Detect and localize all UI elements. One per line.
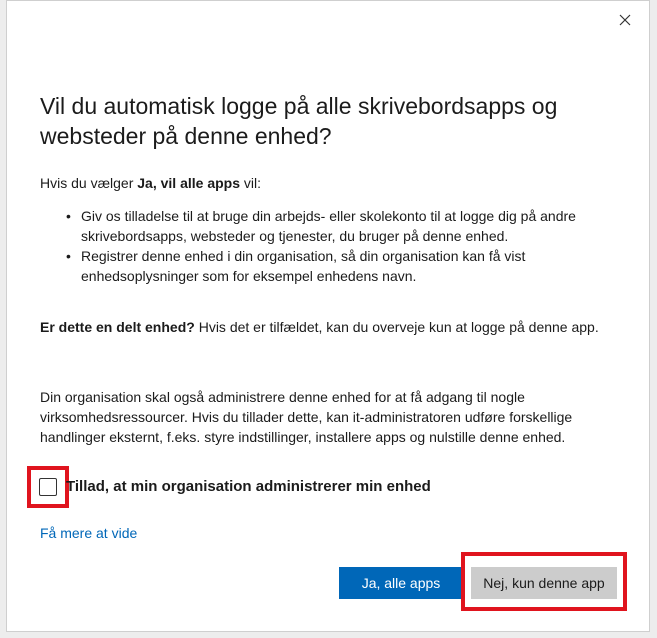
allow-management-row: Tillad, at min organisation administrere… [27,465,431,508]
learn-more-link[interactable]: Få mere at vide [40,525,137,541]
list-item: • Registrer denne enhed i din organisatio… [66,248,526,284]
shared-device-text: Er dette en delt enhed? Hvis det er tilf… [40,317,622,337]
list-item-text: Giv os tilladelse til at bruge din arbej… [81,208,576,244]
no-this-app-only-button[interactable]: Nej, kun denne app [471,567,617,599]
checkbox-highlight [27,465,69,508]
intro-text: Hvis du vælger Ja, vil alle apps vil: [40,173,622,193]
intro-prefix: Hvis du vælger [40,175,138,191]
dialog-title: Vil du automatisk logge på alle skrivebo… [40,93,558,149]
intro-bold: Ja, vil alle apps [137,175,240,191]
intro-suffix: vil: [240,175,261,191]
close-button[interactable] [607,7,643,33]
allow-management-checkbox[interactable] [39,477,57,496]
dialog-window: Vil du automatisk logge på alle skrivebo… [6,0,650,632]
allow-management-label[interactable]: Tillad, at min organisation administrere… [66,478,431,495]
device-management-text: Din organisation skal også administrere … [40,389,573,445]
shared-device-detail: Hvis det er tilfældet, kan du overveje k… [194,319,599,335]
shared-device-bold: Er dette en delt enhed? [40,319,195,335]
yes-all-apps-button[interactable]: Ja, alle apps [339,567,463,599]
consequence-list: • Giv os tilladelse til at bruge din arbe… [40,206,630,286]
list-item-text: Registrer denne enhed i din organisation… [81,248,526,284]
close-icon [619,14,631,26]
list-item: • Giv os tilladelse til at bruge din arbe… [66,208,576,244]
secondary-button-highlight: Nej, kun denne app [461,552,627,611]
